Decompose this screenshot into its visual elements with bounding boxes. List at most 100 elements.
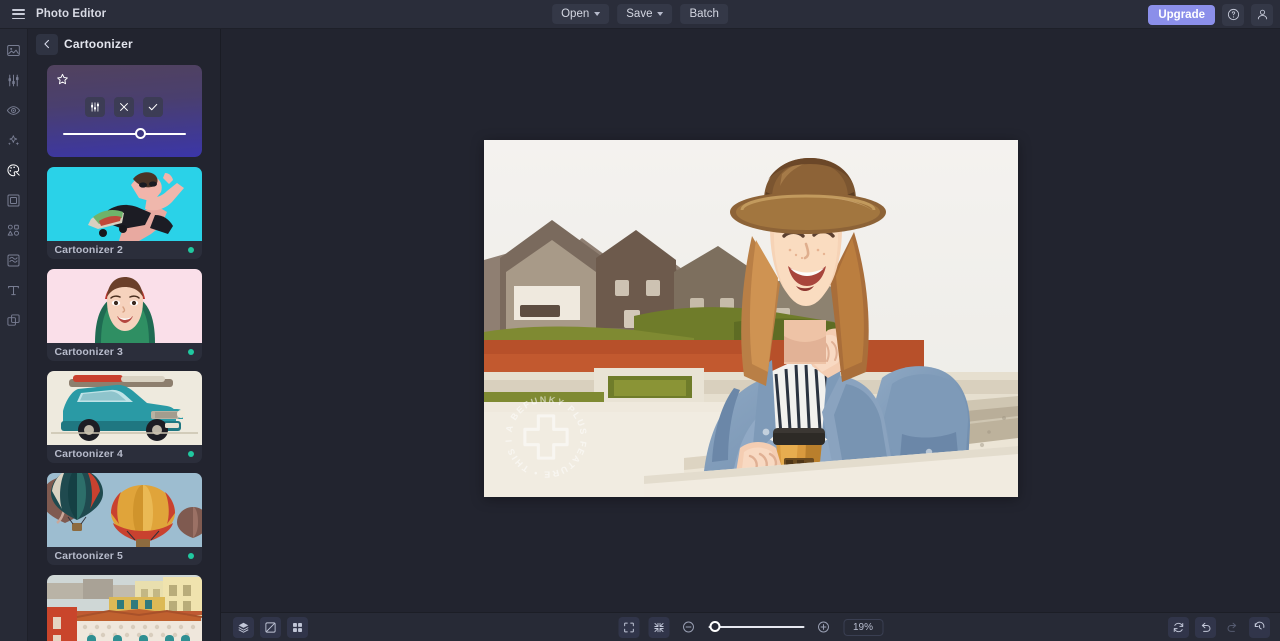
effect-card-label: Cartoonizer 4 <box>54 448 123 460</box>
effect-card-active[interactable] <box>46 65 202 157</box>
sidebar-item-layers-tool[interactable] <box>2 309 26 331</box>
frame-icon <box>7 194 20 206</box>
effect-card-label-row: Cartoonizer 3 <box>47 343 202 361</box>
sidebar-item-image-tool[interactable] <box>2 39 26 61</box>
effect-card[interactable]: Cartoonizer 6 <box>46 575 202 641</box>
collapse-arrows-icon <box>653 622 664 632</box>
zoom-controls: 19% <box>618 616 883 638</box>
save-button[interactable]: Save <box>617 4 673 24</box>
check-icon <box>148 103 158 111</box>
compare-button[interactable] <box>260 616 281 638</box>
zoom-in-button[interactable] <box>813 617 834 638</box>
thumbnail-car <box>46 371 202 445</box>
sidebar-item-effects-tool[interactable] <box>2 129 26 151</box>
sidebar-item-frames-tool[interactable] <box>2 189 26 211</box>
effect-card[interactable]: Cartoonizer 4 <box>46 371 202 463</box>
effect-card[interactable]: Cartoonizer 5 <box>46 473 202 565</box>
eye-icon <box>6 105 21 115</box>
sliders-icon <box>91 102 99 112</box>
layers-button[interactable] <box>233 616 254 638</box>
bottom-bar: 19% <box>221 612 1280 641</box>
top-bar: Photo Editor Open Save Batch Upgrade <box>0 0 1280 29</box>
effect-apply-button[interactable] <box>143 97 163 117</box>
history-clock-icon <box>1254 621 1265 629</box>
effect-card-label-row: Cartoonizer 5 <box>47 547 202 565</box>
slider-handle[interactable] <box>709 621 721 632</box>
edited-photo <box>483 140 1018 497</box>
redo-button[interactable] <box>1222 617 1243 638</box>
grid-button[interactable] <box>287 616 308 638</box>
batch-button-label: Batch <box>689 8 719 20</box>
upgrade-button[interactable]: Upgrade <box>1148 4 1215 25</box>
chevron-down-icon <box>657 12 664 16</box>
slider-handle[interactable] <box>134 128 146 139</box>
compare-split-icon <box>265 621 276 633</box>
bottom-bar-left <box>221 616 308 638</box>
effect-thumbnail <box>46 167 202 241</box>
minus-circle-icon <box>683 621 694 633</box>
upgrade-button-label: Upgrade <box>1158 8 1205 21</box>
zoom-level-value[interactable]: 19% <box>843 618 883 636</box>
panel-back-button[interactable] <box>36 33 58 55</box>
top-bar-left: Photo Editor <box>0 3 114 25</box>
fit-screen-icon <box>623 622 634 632</box>
sidebar-item-textures-tool[interactable] <box>2 249 26 271</box>
status-dot <box>187 553 194 559</box>
sidebar-item-artsy-tool[interactable] <box>2 159 26 181</box>
canvas-area[interactable]: A BEFUNKY PLUS FEATURE • THIS IS <box>221 29 1280 612</box>
chevron-down-icon <box>594 12 601 16</box>
effect-settings-button[interactable] <box>85 97 105 117</box>
slider-track <box>62 133 186 135</box>
effect-card[interactable]: Cartoonizer 2 <box>46 167 202 259</box>
text-t-icon <box>8 285 19 295</box>
effects-list[interactable]: Cartoonizer 2 Cartoonizer 3 Cartoonizer … <box>28 59 220 641</box>
layers-overlap-icon <box>7 313 20 326</box>
undo-button[interactable] <box>1195 616 1216 638</box>
grid-four-icon <box>293 622 302 632</box>
sidebar-item-text-tool[interactable] <box>2 279 26 301</box>
fit-to-screen-button[interactable] <box>618 616 639 638</box>
effect-card[interactable]: Cartoonizer 3 <box>46 269 202 361</box>
hamburger-menu-button[interactable] <box>6 3 30 25</box>
app-title: Photo Editor <box>36 8 107 20</box>
effect-card-label: Cartoonizer 2 <box>54 244 123 256</box>
effect-card-label-row: Cartoonizer 4 <box>47 445 202 463</box>
history-button[interactable] <box>1249 616 1270 638</box>
save-button-label: Save <box>626 8 653 20</box>
thumbnail-skateboarder <box>46 167 202 241</box>
user-icon <box>1257 9 1267 20</box>
effect-card-label: Cartoonizer 3 <box>54 346 123 358</box>
effect-intensity-slider[interactable] <box>62 128 186 140</box>
effect-cancel-button[interactable] <box>114 97 134 117</box>
star-outline-icon[interactable] <box>56 73 69 86</box>
palette-icon <box>7 163 20 176</box>
close-x-icon <box>120 103 128 111</box>
image-canvas[interactable]: A BEFUNKY PLUS FEATURE • THIS IS <box>483 140 1018 497</box>
bottom-bar-right <box>1168 616 1270 638</box>
layers-stack-icon <box>238 622 249 633</box>
batch-button[interactable]: Batch <box>680 4 728 24</box>
zoom-slider[interactable] <box>708 620 804 634</box>
reset-button[interactable] <box>1168 616 1189 638</box>
question-circle-icon <box>1227 8 1239 21</box>
image-icon <box>7 44 20 56</box>
sparkles-icon <box>8 134 20 145</box>
effect-card-label-row: Cartoonizer 2 <box>47 241 202 259</box>
status-dot <box>187 451 194 457</box>
zoom-out-button[interactable] <box>678 617 699 638</box>
actual-size-button[interactable] <box>648 616 669 638</box>
thumbnail-balloons <box>46 473 202 547</box>
effect-card-actions <box>47 97 202 117</box>
sidebar-item-retouch-tool[interactable] <box>2 99 26 121</box>
texture-icon <box>7 254 20 266</box>
help-button[interactable] <box>1222 3 1244 26</box>
effect-thumbnail <box>46 473 202 547</box>
panel-header: Cartoonizer <box>28 29 220 59</box>
plus-circle-icon <box>818 621 829 633</box>
sidebar-item-adjust-tool[interactable] <box>2 69 26 91</box>
open-button[interactable]: Open <box>552 4 610 24</box>
effect-card-label: Cartoonizer 5 <box>54 550 123 562</box>
slider-track <box>708 626 804 628</box>
sidebar-item-graphics-tool[interactable] <box>2 219 26 241</box>
account-button[interactable] <box>1251 3 1273 26</box>
